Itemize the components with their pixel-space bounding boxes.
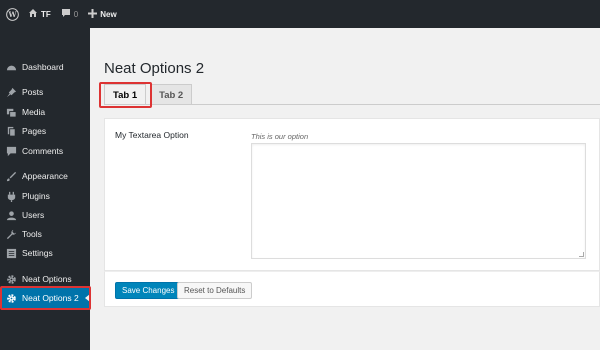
sidebar-item-label: Neat Options xyxy=(22,274,72,284)
sidebar-item-settings[interactable]: Settings xyxy=(0,243,90,263)
reset-defaults-button[interactable]: Reset to Defaults xyxy=(177,282,253,299)
options-panel: My Textarea Option This is our option xyxy=(104,118,600,271)
highlight-box xyxy=(99,82,152,108)
plus-icon xyxy=(88,8,98,20)
sidebar-item-media[interactable]: Media xyxy=(0,102,90,122)
textarea-option-field[interactable] xyxy=(251,143,586,259)
sidebar-item-tools[interactable]: Tools xyxy=(0,224,90,244)
media-icon xyxy=(4,105,18,119)
wordpress-logo-icon[interactable]: W xyxy=(1,0,23,28)
svg-text:W: W xyxy=(7,10,17,19)
tab-divider xyxy=(104,104,600,105)
pages-icon xyxy=(4,124,18,138)
sidebar-item-label: Users xyxy=(22,210,45,220)
sidebar-item-label: Media xyxy=(22,107,46,117)
sidebar-item-label: Tools xyxy=(22,229,42,239)
comment-icon xyxy=(4,144,18,158)
sidebar-item-appearance[interactable]: Appearance xyxy=(0,166,90,186)
comments-count: 0 xyxy=(73,9,79,19)
brush-icon xyxy=(4,169,18,183)
wrench-icon xyxy=(4,227,18,241)
sidebar-item-users[interactable]: Users xyxy=(0,205,90,225)
plugin-icon xyxy=(4,189,18,203)
sidebar-item-comments[interactable]: Comments xyxy=(0,141,90,161)
new-content-link[interactable]: New xyxy=(83,0,121,28)
sidebar-item-label: Plugins xyxy=(22,191,50,201)
pin-icon xyxy=(4,85,18,99)
site-name-link[interactable]: TF xyxy=(23,0,56,28)
comments-link[interactable]: 0 xyxy=(56,0,83,28)
gear-icon xyxy=(4,272,18,286)
sidebar-item-posts[interactable]: Posts xyxy=(0,82,90,102)
admin-bar: W TF 0 New xyxy=(0,0,600,28)
resize-handle-icon[interactable] xyxy=(579,252,584,257)
page-title: Neat Options 2 xyxy=(104,60,205,77)
sidebar-item-dashboard[interactable]: Dashboard xyxy=(0,57,90,77)
highlight-box xyxy=(0,286,91,310)
sidebar-item-plugins[interactable]: Plugins xyxy=(0,186,90,206)
sidebar-item-label: Settings xyxy=(22,248,53,258)
save-changes-button[interactable]: Save Changes xyxy=(115,282,182,299)
home-icon xyxy=(28,8,38,20)
form-actions: Save Changes Reset to Defaults xyxy=(104,271,600,307)
sidebar-item-label: Pages xyxy=(22,126,47,136)
sidebar-item-pages[interactable]: Pages xyxy=(0,121,90,141)
user-icon xyxy=(4,208,18,222)
comment-icon xyxy=(61,8,71,20)
sidebar-item-label: Posts xyxy=(22,87,44,97)
sidebar-item-label: Appearance xyxy=(22,171,68,181)
textarea-option-description: This is our option xyxy=(251,132,309,141)
sidebar-item-label: Dashboard xyxy=(22,62,64,72)
site-name-label: TF xyxy=(41,9,51,19)
textarea-option-label: My Textarea Option xyxy=(115,130,189,140)
tab-2[interactable]: Tab 2 xyxy=(150,84,193,105)
new-label: New xyxy=(100,9,117,19)
sidebar-item-label: Comments xyxy=(22,146,64,156)
dashboard-icon xyxy=(4,60,18,74)
settings-icon xyxy=(4,246,18,260)
